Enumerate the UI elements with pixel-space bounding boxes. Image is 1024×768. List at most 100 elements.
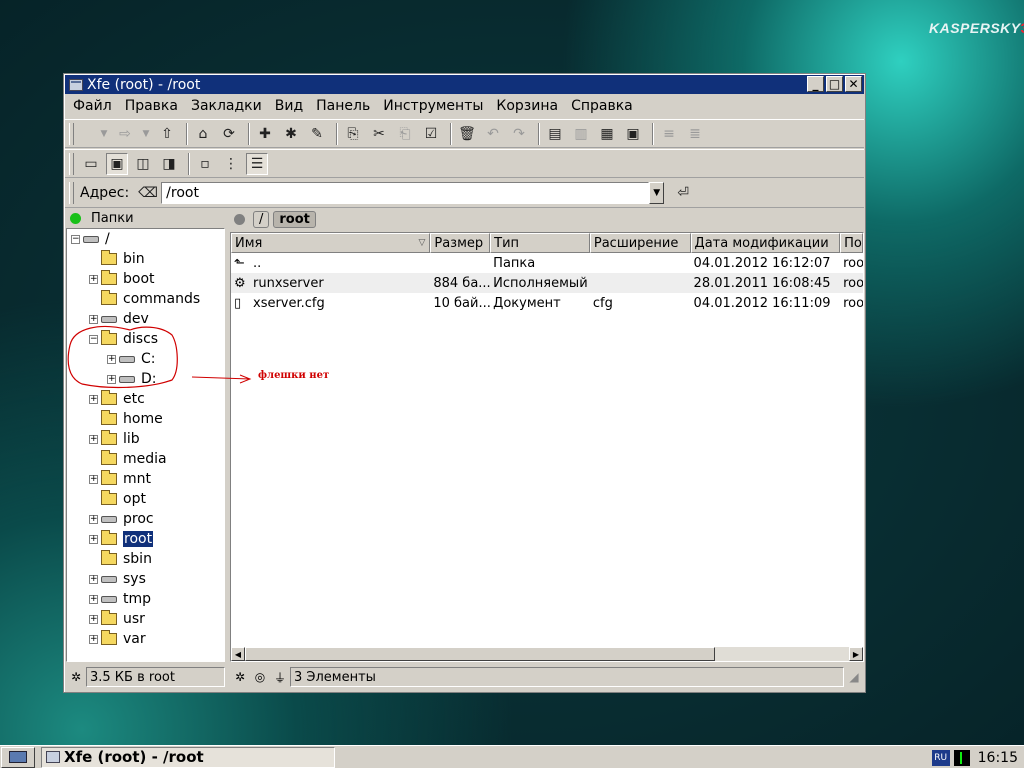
- one-panel-icon[interactable]: ▭: [80, 153, 102, 175]
- tree-item[interactable]: + usr: [67, 609, 224, 629]
- column-owner[interactable]: По: [840, 233, 863, 253]
- file-list[interactable]: Имя ▽ Размер Тип Расширение Дата модифика…: [230, 232, 864, 662]
- back-icon[interactable]: [80, 123, 94, 145]
- tree-item[interactable]: opt: [67, 489, 224, 509]
- open-terminal-icon[interactable]: ▤: [544, 123, 566, 145]
- copy-icon[interactable]: ⎘: [342, 123, 364, 145]
- maximize-button[interactable]: □: [826, 76, 843, 92]
- column-date[interactable]: Дата модификации: [690, 233, 841, 253]
- menu-edit[interactable]: Правка: [125, 98, 178, 114]
- menu-help[interactable]: Справка: [571, 98, 633, 114]
- small-icons-icon[interactable]: ⋮: [220, 153, 242, 175]
- tree-panel-icon[interactable]: ▣: [106, 152, 128, 175]
- resize-grip-icon[interactable]: ◢: [844, 670, 864, 684]
- toolbar-grip[interactable]: [69, 152, 74, 175]
- big-icons-icon[interactable]: ▫: [194, 153, 216, 175]
- clock[interactable]: 16:15: [978, 750, 1018, 766]
- menu-panel[interactable]: Панель: [316, 98, 370, 114]
- terminal-icon[interactable]: ▣: [622, 123, 644, 145]
- expand-icon[interactable]: +: [89, 434, 98, 444]
- tree-item[interactable]: + tmp: [67, 589, 224, 609]
- expand-icon[interactable]: +: [89, 474, 98, 484]
- clear-icon[interactable]: ≣: [684, 123, 706, 145]
- menu-trash[interactable]: Корзина: [496, 98, 558, 114]
- tree-item[interactable]: home: [67, 409, 224, 429]
- rename-icon[interactable]: ≡: [658, 123, 680, 145]
- keyboard-layout-indicator[interactable]: RU: [931, 749, 950, 766]
- toolbar-grip[interactable]: [69, 122, 74, 145]
- expand-icon[interactable]: +: [89, 594, 98, 604]
- cpu-monitor-icon[interactable]: [953, 749, 970, 766]
- filter-icon[interactable]: ⏚: [270, 669, 290, 686]
- expand-icon[interactable]: +: [89, 394, 98, 404]
- tree-item[interactable]: + D:: [67, 369, 224, 389]
- tree-item[interactable]: commands: [67, 289, 224, 309]
- tree-item[interactable]: + proc: [67, 509, 224, 529]
- path-button-root[interactable]: root: [273, 211, 316, 228]
- expand-icon[interactable]: +: [89, 514, 98, 524]
- scroll-thumb[interactable]: [245, 647, 715, 661]
- tree-item[interactable]: − discs: [67, 329, 224, 349]
- address-dropdown-button[interactable]: ▼: [649, 181, 665, 204]
- expand-icon[interactable]: +: [89, 314, 98, 324]
- back-history-icon[interactable]: ▼: [98, 123, 110, 145]
- toolbar-grip[interactable]: [69, 181, 74, 204]
- trash-status-icon[interactable]: ✲: [230, 670, 250, 684]
- clear-address-icon[interactable]: ⌫: [137, 182, 159, 204]
- expand-icon[interactable]: +: [107, 374, 116, 384]
- expand-icon[interactable]: +: [89, 614, 98, 624]
- new-file-icon[interactable]: ✚: [254, 123, 276, 145]
- mount-icon[interactable]: ▥: [570, 123, 592, 145]
- expand-icon[interactable]: +: [107, 354, 116, 364]
- tree-item[interactable]: + boot: [67, 269, 224, 289]
- tree-item[interactable]: + root: [67, 529, 224, 549]
- expand-icon[interactable]: +: [89, 574, 98, 584]
- paste-icon[interactable]: ⎗: [394, 123, 416, 145]
- menu-tools[interactable]: Инструменты: [383, 98, 483, 114]
- tree-item[interactable]: sbin: [67, 549, 224, 569]
- menu-file[interactable]: Файл: [73, 98, 112, 114]
- folder-tree[interactable]: − / bin + boot commands + dev − discs + C: + D: + etc ho…: [66, 228, 225, 662]
- column-type[interactable]: Тип: [490, 233, 590, 253]
- tree-item[interactable]: + var: [67, 629, 224, 649]
- collapse-icon[interactable]: −: [71, 234, 80, 244]
- hidden-files-icon[interactable]: ◎: [250, 670, 270, 684]
- two-panels-icon[interactable]: ◫: [132, 153, 154, 175]
- search-files-icon[interactable]: ▦: [596, 123, 618, 145]
- tree-two-panels-icon[interactable]: ◨: [158, 153, 180, 175]
- column-extension[interactable]: Расширение: [589, 233, 691, 253]
- tree-item[interactable]: + dev: [67, 309, 224, 329]
- minimize-button[interactable]: _: [807, 76, 824, 92]
- close-button[interactable]: ✕: [845, 76, 862, 92]
- menu-view[interactable]: Вид: [275, 98, 303, 114]
- delete-icon[interactable]: ↷: [508, 123, 530, 145]
- cut-icon[interactable]: ✂: [368, 123, 390, 145]
- scroll-right-button[interactable]: ▶: [849, 647, 863, 661]
- forward-history-icon[interactable]: ▼: [140, 123, 152, 145]
- address-input[interactable]: /root: [161, 181, 650, 204]
- tree-item[interactable]: + sys: [67, 569, 224, 589]
- expand-icon[interactable]: +: [89, 534, 98, 544]
- expand-icon[interactable]: +: [89, 634, 98, 644]
- file-row[interactable]: ▯ xserver.cfg 10 бай... Документ cfg 04.01.20…: [231, 293, 863, 313]
- taskbar-window-button[interactable]: Xfe (root) - /root: [41, 746, 335, 768]
- up-icon[interactable]: ⇧: [156, 123, 178, 145]
- properties-icon[interactable]: ☑: [420, 123, 442, 145]
- tree-item[interactable]: media: [67, 449, 224, 469]
- collapse-icon[interactable]: −: [89, 334, 98, 344]
- tree-item[interactable]: + etc: [67, 389, 224, 409]
- trash-icon[interactable]: 🗑: [456, 123, 478, 145]
- trash-status-icon[interactable]: ✲: [66, 670, 86, 684]
- scroll-left-button[interactable]: ◀: [231, 647, 245, 661]
- menu-bookmarks[interactable]: Закладки: [191, 98, 262, 114]
- tree-item[interactable]: − /: [67, 229, 224, 249]
- new-symlink-icon[interactable]: ✎: [306, 123, 328, 145]
- path-button-root-dir[interactable]: /: [253, 211, 270, 228]
- column-size[interactable]: Размер: [430, 233, 491, 253]
- detailed-list-icon[interactable]: ☰: [246, 152, 268, 175]
- tree-item[interactable]: + C:: [67, 349, 224, 369]
- home-icon[interactable]: ⌂: [192, 123, 214, 145]
- expand-icon[interactable]: +: [89, 274, 98, 284]
- column-name[interactable]: Имя ▽: [231, 233, 431, 253]
- refresh-icon[interactable]: ⟳: [218, 123, 240, 145]
